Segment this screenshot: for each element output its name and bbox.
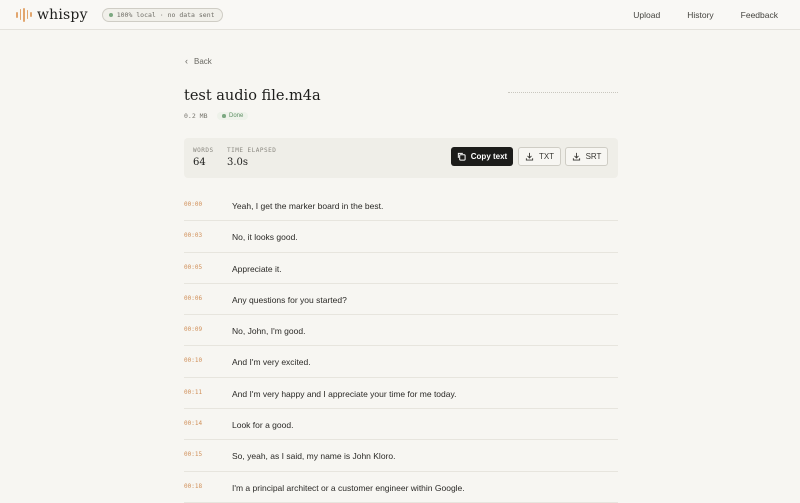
transcript-row[interactable]: 00:15 So, yeah, as I said, my name is Jo… (184, 440, 618, 472)
nav-feedback[interactable]: Feedback (741, 10, 778, 20)
back-label: Back (194, 56, 212, 66)
back-link[interactable]: ‹ Back (185, 56, 212, 66)
status-dot-icon (222, 114, 226, 118)
transcript-text: Yeah, I get the marker board in the best… (232, 201, 384, 211)
words-label: WORDS (193, 147, 214, 154)
transcript-text: Appreciate it. (232, 263, 282, 274)
file-size: 0.2 MB (184, 112, 208, 120)
file-title: test audio file.m4a (184, 88, 321, 104)
local-badge-text: 100% local · no data sent (116, 10, 215, 19)
transcript-row[interactable]: 00:05 Appreciate it. (184, 253, 618, 284)
transcript-row[interactable]: 00:10 And I'm very excited. (184, 346, 618, 378)
nav-history[interactable]: History (687, 10, 713, 20)
transcript-row[interactable]: 00:18 I'm a principal architect or a cus… (184, 472, 618, 503)
nav-upload[interactable]: Upload (633, 10, 660, 20)
download-txt-button[interactable]: TXT (518, 147, 561, 166)
transcript-row[interactable]: 00:03 No, it looks good. (184, 221, 618, 253)
transcript-text: So, yeah, as I said, my name is John Klo… (232, 451, 396, 462)
transcript-row[interactable]: 00:11 And I'm very happy and I appreciat… (184, 378, 618, 410)
top-navigation-bar: whispy 100% local · no data sent Upload … (0, 0, 800, 30)
copy-icon (457, 152, 466, 161)
main-nav: Upload History Feedback (633, 10, 778, 20)
download-icon (525, 152, 534, 161)
words-value: 64 (193, 157, 206, 168)
chevron-left-icon: ‹ (185, 56, 188, 66)
transcript-row[interactable]: 00:14 Look for a good. (184, 409, 618, 441)
status-text: Done (228, 113, 244, 119)
transcript-text: And I'm very excited. (232, 357, 311, 368)
local-privacy-badge: 100% local · no data sent (101, 7, 223, 22)
timestamp: 00:18 (184, 482, 203, 490)
transcript-row[interactable]: 00:09 No, John, I'm good. (184, 315, 618, 347)
transcript-row[interactable]: 00:00 Yeah, I get the marker board in th… (184, 190, 618, 222)
transcript-text: I'm a principal architect or a customer … (232, 482, 465, 493)
stats-bar: WORDS 64 TIME ELAPSED 3.0s Copy text TXT… (184, 138, 618, 178)
timestamp: 00:14 (184, 420, 203, 428)
transcript-row[interactable]: 00:06 Any questions for you started? (184, 284, 618, 316)
timestamp: 00:03 (184, 232, 203, 240)
file-meta: 0.2 MB Done (184, 112, 249, 120)
brand[interactable]: whispy (16, 7, 88, 23)
txt-label: TXT (538, 152, 555, 161)
transcript-text: No, it looks good. (232, 232, 298, 243)
timestamp: 00:06 (184, 294, 203, 302)
transcript-list: 00:00 Yeah, I get the marker board in th… (184, 190, 618, 503)
status-badge: Done (217, 112, 249, 120)
time-elapsed-value: 3.0s (227, 157, 249, 168)
timestamp: 00:05 (184, 263, 203, 271)
timestamp: 00:09 (184, 326, 203, 334)
timestamp: 00:11 (184, 388, 203, 396)
timestamp: 00:00 (184, 201, 203, 208)
time-elapsed-label: TIME ELAPSED (227, 147, 277, 154)
words-stat: WORDS 64 (193, 147, 214, 168)
download-srt-button[interactable]: SRT (565, 147, 608, 166)
copy-text-button[interactable]: Copy text (451, 147, 513, 166)
transcript-text: No, John, I'm good. (232, 326, 306, 337)
status-dot-icon (108, 12, 113, 17)
waveform-logo-icon (16, 7, 32, 22)
timestamp: 00:15 (184, 451, 203, 459)
brand-name: whispy (36, 6, 88, 23)
transcript-text: And I'm very happy and I appreciate your… (232, 388, 457, 399)
copy-text-label: Copy text (470, 152, 508, 161)
decorative-divider (508, 92, 618, 94)
time-elapsed-stat: TIME ELAPSED 3.0s (227, 147, 276, 168)
timestamp: 00:10 (184, 357, 203, 365)
download-icon (572, 152, 580, 161)
transcript-text: Look for a good. (232, 420, 294, 431)
srt-label: SRT (585, 152, 602, 161)
transcript-text: Any questions for you started? (232, 294, 347, 305)
